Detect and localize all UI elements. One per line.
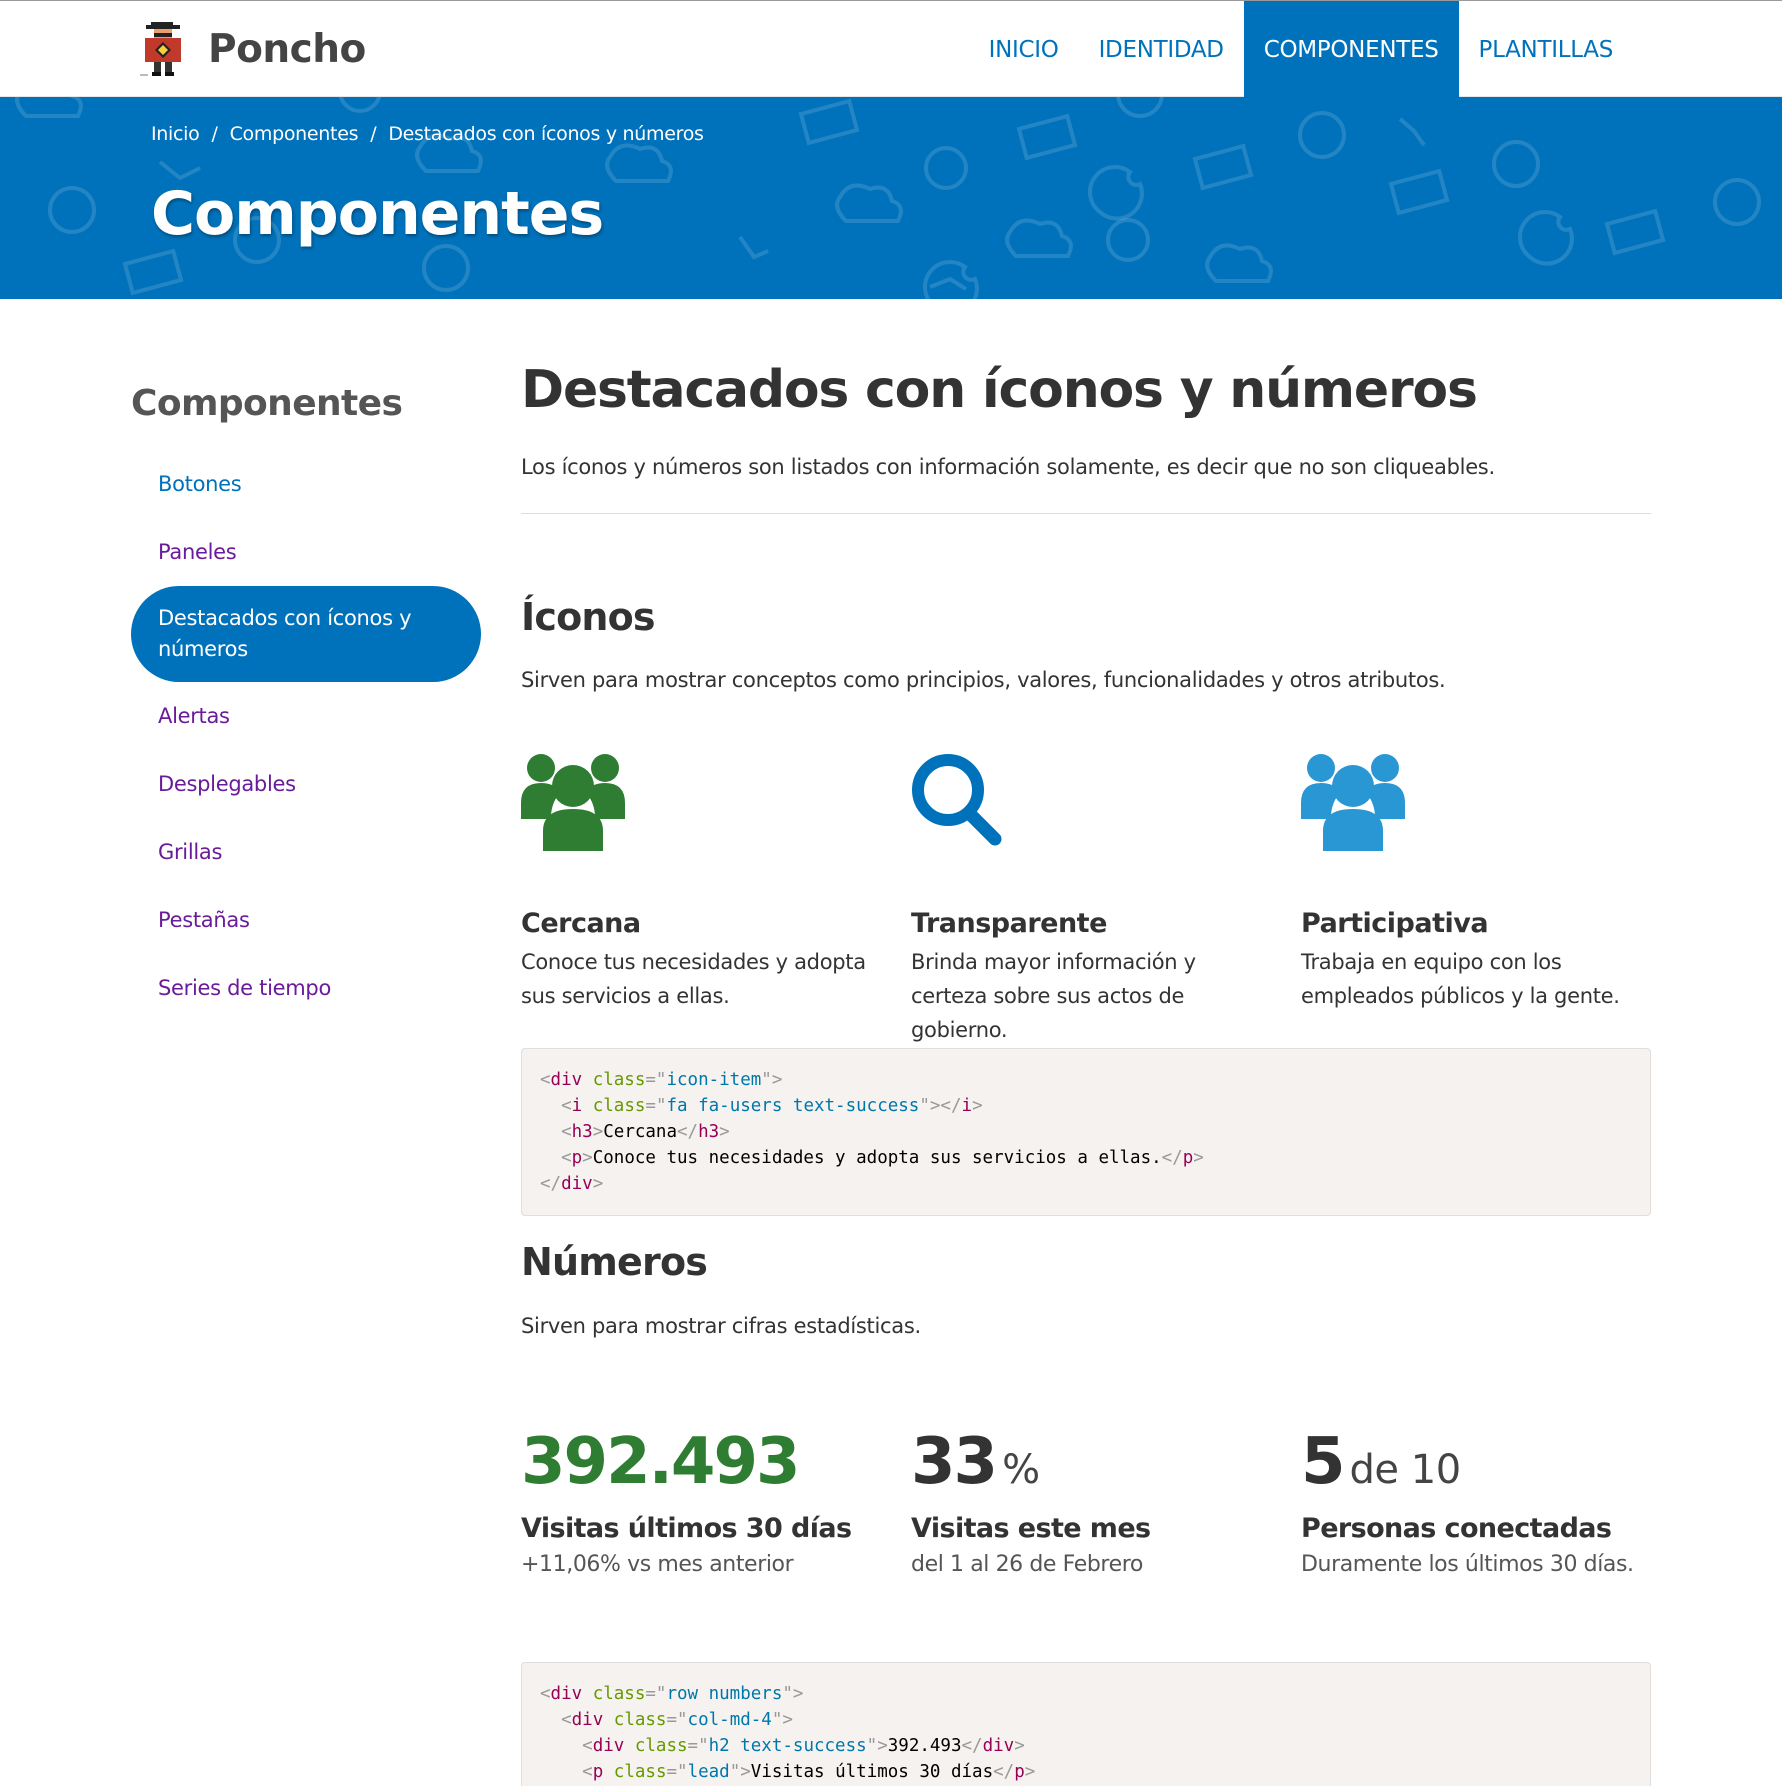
page-title: Destacados con íconos y números bbox=[521, 360, 1478, 420]
breadcrumb-separator: / bbox=[370, 123, 377, 145]
poncho-logo-icon bbox=[140, 22, 181, 76]
icon-item: Cercana Conoce tus necesidades y adopta … bbox=[521, 753, 881, 1013]
icon-item: Participativa Trabaja en equipo con los … bbox=[1301, 753, 1661, 1013]
number-subtext: del 1 al 26 de Febrero bbox=[911, 1552, 1143, 1577]
breadcrumb-item-current: Destacados con íconos y números bbox=[388, 123, 704, 145]
sidebar-item-grillas[interactable]: Grillas bbox=[131, 818, 481, 886]
icon-item-title: Cercana bbox=[521, 908, 641, 939]
icons-code-block[interactable]: <div class="icon-item"> <i class="fa fa-… bbox=[521, 1048, 1651, 1216]
icon-item-text: Brinda mayor información y certeza sobre… bbox=[911, 950, 1196, 1042]
icons-description: Sirven para mostrar conceptos como princ… bbox=[521, 668, 1446, 692]
icon-item-text: Trabaja en equipo con los empleados públ… bbox=[1301, 950, 1620, 1008]
number-item: 33% Visitas este mes del 1 al 26 de Febr… bbox=[911, 1425, 1291, 1577]
icons-row: Cercana Conoce tus necesidades y adopta … bbox=[521, 753, 1651, 1042]
sidebar-item-pestanas[interactable]: Pestañas bbox=[131, 886, 481, 954]
divider bbox=[521, 513, 1651, 514]
nav-item-plantillas[interactable]: PLANTILLAS bbox=[1459, 1, 1633, 98]
breadcrumb-separator: / bbox=[211, 123, 218, 145]
sidebar-item-desplegables[interactable]: Desplegables bbox=[131, 750, 481, 818]
numbers-heading: Números bbox=[521, 1240, 708, 1284]
sidebar-item-paneles[interactable]: Paneles bbox=[131, 518, 481, 586]
number-item: 392.493 Visitas últimos 30 días +11,06% … bbox=[521, 1425, 901, 1577]
icons-heading: Íconos bbox=[521, 595, 656, 639]
icon-item-title: Transparente bbox=[911, 908, 1107, 939]
number-unit: % bbox=[1002, 1447, 1040, 1493]
hero-title: Componentes bbox=[151, 179, 604, 249]
number-value: 392.493 bbox=[521, 1425, 800, 1499]
sidebar-item-botones[interactable]: Botones bbox=[131, 450, 481, 518]
hero-banner: Inicio / Componentes / Destacados con íc… bbox=[0, 97, 1782, 299]
nav-item-identidad[interactable]: IDENTIDAD bbox=[1079, 1, 1244, 98]
icon-item: Transparente Brinda mayor información y … bbox=[911, 753, 1271, 1047]
nav-item-componentes[interactable]: COMPONENTES bbox=[1243, 1, 1459, 98]
breadcrumb-item-inicio[interactable]: Inicio bbox=[151, 123, 200, 145]
number-subtext: Duramente los últimos 30 días. bbox=[1301, 1552, 1634, 1577]
brand[interactable]: Poncho bbox=[140, 19, 366, 79]
brand-name: Poncho bbox=[208, 26, 366, 72]
numbers-description: Sirven para mostrar cifras estadísticas. bbox=[521, 1314, 921, 1338]
main-nav: INICIO IDENTIDAD COMPONENTES PLANTILLAS bbox=[969, 1, 1633, 98]
number-unit: de 10 bbox=[1349, 1447, 1462, 1493]
sidebar-item-alertas[interactable]: Alertas bbox=[131, 682, 481, 750]
nav-item-inicio[interactable]: INICIO bbox=[969, 1, 1079, 98]
numbers-row: 392.493 Visitas últimos 30 días +11,06% … bbox=[521, 1425, 1651, 1577]
icon-item-text: Conoce tus necesidades y adopta sus serv… bbox=[521, 950, 866, 1008]
numbers-code-block[interactable]: <div class="row numbers"> <div class="co… bbox=[521, 1662, 1651, 1786]
sidebar-item-series-de-tiempo[interactable]: Series de tiempo bbox=[131, 954, 481, 1022]
top-navbar: Poncho INICIO IDENTIDAD COMPONENTES PLAN… bbox=[0, 0, 1782, 98]
number-label: Visitas últimos 30 días bbox=[521, 1513, 852, 1544]
number-item: 5 de 10 Personas conectadas Duramente los… bbox=[1301, 1425, 1681, 1577]
sidebar-item-destacados[interactable]: Destacados con íconos y números bbox=[131, 586, 481, 682]
search-icon bbox=[912, 754, 1002, 846]
number-label: Personas conectadas bbox=[1301, 1513, 1612, 1544]
number-label: Visitas este mes bbox=[911, 1513, 1151, 1544]
number-subtext: +11,06% vs mes anterior bbox=[521, 1552, 794, 1577]
users-icon bbox=[1301, 754, 1405, 851]
sidebar-nav: Botones Paneles Destacados con íconos y … bbox=[131, 450, 481, 1022]
number-value: 33% bbox=[911, 1425, 1040, 1499]
main-content: Destacados con íconos y números Los ícon… bbox=[521, 360, 1651, 1786]
icon-item-title: Participativa bbox=[1301, 908, 1489, 939]
page-intro: Los íconos y números son listados con in… bbox=[521, 455, 1495, 479]
sidebar-title: Componentes bbox=[131, 383, 403, 424]
breadcrumb-item-componentes[interactable]: Componentes bbox=[230, 123, 359, 145]
breadcrumb: Inicio / Componentes / Destacados con íc… bbox=[151, 123, 704, 145]
users-icon bbox=[521, 754, 625, 851]
number-value: 5 de 10 bbox=[1301, 1425, 1462, 1499]
